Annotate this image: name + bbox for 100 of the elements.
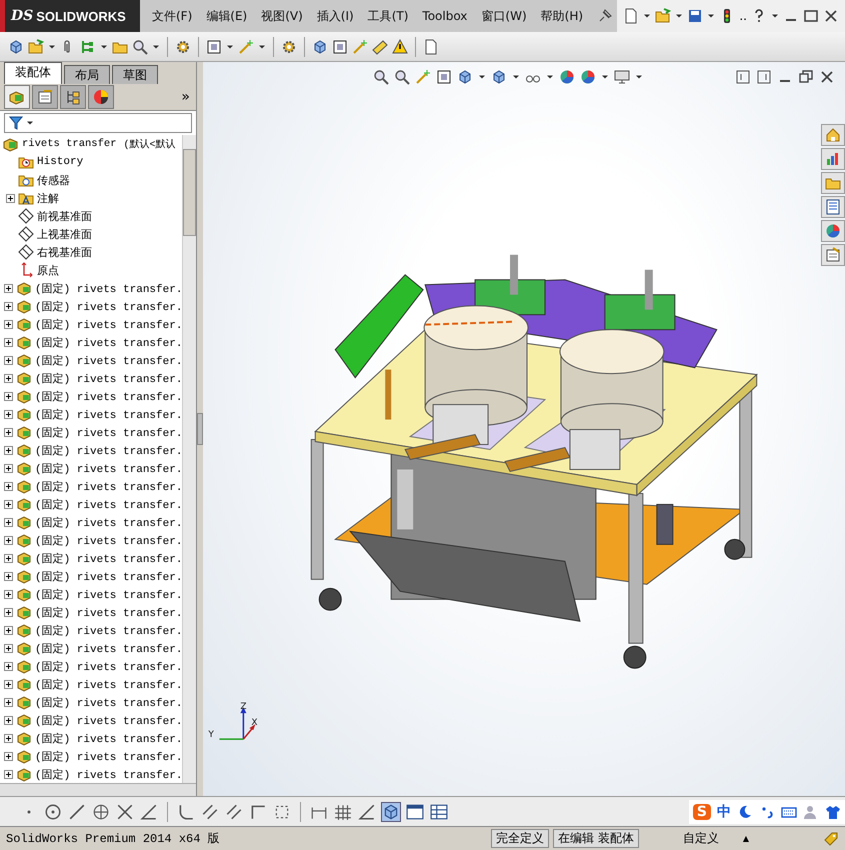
expand-icon[interactable] (4, 752, 13, 760)
caret-icon[interactable] (771, 14, 779, 18)
tree-item[interactable]: (固定) rivets transfer. (0, 513, 182, 531)
panel-tab[interactable]: 装配体 (4, 62, 62, 84)
fillet-icon[interactable] (177, 802, 195, 820)
tree-item[interactable]: 传感器 (0, 171, 182, 189)
trim-icon[interactable] (116, 802, 134, 820)
task-pane-tab[interactable] (821, 196, 845, 218)
tree-item[interactable]: 上视基准面 (0, 225, 182, 243)
gear-icon[interactable] (175, 38, 191, 54)
tree-item[interactable]: (固定) rivets transfer. (0, 495, 182, 513)
expand-icon[interactable] (4, 608, 13, 616)
menu-item[interactable]: 窗口(W) (481, 8, 527, 24)
close-icon[interactable] (823, 8, 839, 24)
tree-item[interactable]: (固定) rivets transfer. (0, 531, 182, 549)
tree-item[interactable]: (固定) rivets transfer. (0, 297, 182, 315)
color-ball-icon[interactable] (559, 68, 575, 85)
caret-icon[interactable] (512, 74, 520, 79)
document-icon[interactable] (423, 38, 439, 54)
caret-icon[interactable] (478, 74, 486, 79)
close-icon[interactable] (819, 68, 835, 85)
collapse-handle[interactable] (197, 413, 203, 445)
scroll-thumb[interactable] (183, 149, 196, 236)
menu-item[interactable]: Toolbox (422, 9, 468, 23)
tree-item[interactable]: (固定) rivets transfer. (0, 549, 182, 567)
tree-item[interactable]: (固定) rivets transfer. (0, 621, 182, 639)
expand-icon[interactable] (4, 680, 13, 688)
tree-item[interactable]: (固定) rivets transfer. (0, 387, 182, 405)
caret-icon[interactable] (258, 44, 266, 48)
tree-item[interactable]: 原点 (0, 261, 182, 279)
scroll-bar[interactable] (182, 135, 196, 783)
expand-icon[interactable] (4, 410, 13, 418)
menu-item[interactable]: 帮助(H) (540, 8, 584, 24)
menu-item[interactable]: 文件(F) (152, 8, 192, 24)
caret-icon[interactable] (48, 44, 56, 48)
tree-item[interactable]: (固定) rivets transfer. (0, 675, 182, 693)
expand-icon[interactable] (4, 698, 13, 706)
window-icon[interactable] (406, 802, 424, 820)
offset-icon[interactable] (201, 802, 219, 820)
caret-icon[interactable] (100, 44, 108, 48)
filter-field[interactable] (4, 113, 192, 133)
task-pane-tab[interactable] (821, 148, 845, 170)
expand-icon[interactable] (4, 590, 13, 598)
tree-item[interactable]: (固定) rivets transfer. (0, 351, 182, 369)
cube-icon[interactable] (8, 38, 24, 54)
tree-item[interactable]: (固定) rivets transfer. (0, 333, 182, 351)
expand-icon[interactable] (4, 356, 13, 364)
caret-icon[interactable] (152, 44, 160, 48)
panel-icon-tab[interactable] (4, 85, 30, 109)
tree-item[interactable]: (固定) rivets transfer. (0, 585, 182, 603)
caret-icon[interactable] (643, 14, 652, 18)
shirt-icon[interactable] (825, 804, 841, 820)
circle-icon[interactable] (44, 802, 62, 820)
tag-icon[interactable] (823, 830, 839, 846)
task-pane-tab[interactable] (821, 244, 845, 266)
task-pane-tab[interactable] (821, 220, 845, 242)
tree-item[interactable]: (固定) rivets transfer. (0, 729, 182, 747)
caret-icon[interactable] (601, 74, 609, 79)
document-icon[interactable] (623, 8, 640, 24)
grid-icon[interactable] (334, 802, 352, 820)
moon-icon[interactable] (737, 804, 753, 820)
expand-icon[interactable] (4, 428, 13, 436)
caret-icon[interactable] (707, 14, 716, 18)
expand-icon[interactable] (4, 644, 13, 652)
expand-icon[interactable] (4, 320, 13, 328)
expand-icon[interactable] (4, 518, 13, 526)
tree-root[interactable]: rivets transfer (默认<默认 (0, 135, 182, 153)
expand-icon[interactable] (4, 734, 13, 742)
tree-item[interactable]: History (0, 153, 182, 171)
menu-item[interactable]: 工具(T) (368, 8, 408, 24)
tree-item[interactable]: (固定) rivets transfer. (0, 657, 182, 675)
frame-icon[interactable] (206, 38, 222, 54)
tree-item[interactable]: (固定) rivets transfer. (0, 369, 182, 387)
expand-icon[interactable] (4, 482, 13, 490)
expand-icon[interactable] (4, 392, 13, 400)
expand-icon[interactable] (4, 572, 13, 580)
caret-icon[interactable]: ▲ (742, 834, 749, 843)
caret-icon[interactable] (226, 44, 234, 48)
horizontal-scroll-bar[interactable] (0, 783, 196, 796)
tree-item[interactable]: (固定) rivets transfer. (0, 279, 182, 297)
angle-icon[interactable] (140, 802, 158, 820)
table-icon[interactable] (430, 802, 448, 820)
offset-icon[interactable] (225, 802, 243, 820)
panel-icon-tab[interactable] (88, 85, 114, 109)
tree-item[interactable]: (固定) rivets transfer. (0, 405, 182, 423)
panel-tab[interactable]: 布局 (64, 65, 110, 84)
expand-icon[interactable] (4, 284, 13, 292)
expand-icon[interactable] (4, 536, 13, 544)
frame-icon[interactable] (332, 38, 348, 54)
expand-icon[interactable] (4, 338, 13, 346)
expand-icon[interactable] (4, 464, 13, 472)
tree-item[interactable]: (固定) rivets transfer. (0, 477, 182, 495)
tree-item[interactable]: (固定) rivets transfer. (0, 639, 182, 657)
tile-left-icon[interactable] (735, 68, 751, 85)
expand-button[interactable]: » (181, 89, 190, 105)
tree-item[interactable]: 前视基准面 (0, 207, 182, 225)
menu-item[interactable]: 视图(V) (261, 8, 303, 24)
zoom-icon[interactable] (132, 38, 148, 54)
maximize-icon[interactable] (803, 8, 819, 24)
cube-icon[interactable] (457, 68, 473, 85)
